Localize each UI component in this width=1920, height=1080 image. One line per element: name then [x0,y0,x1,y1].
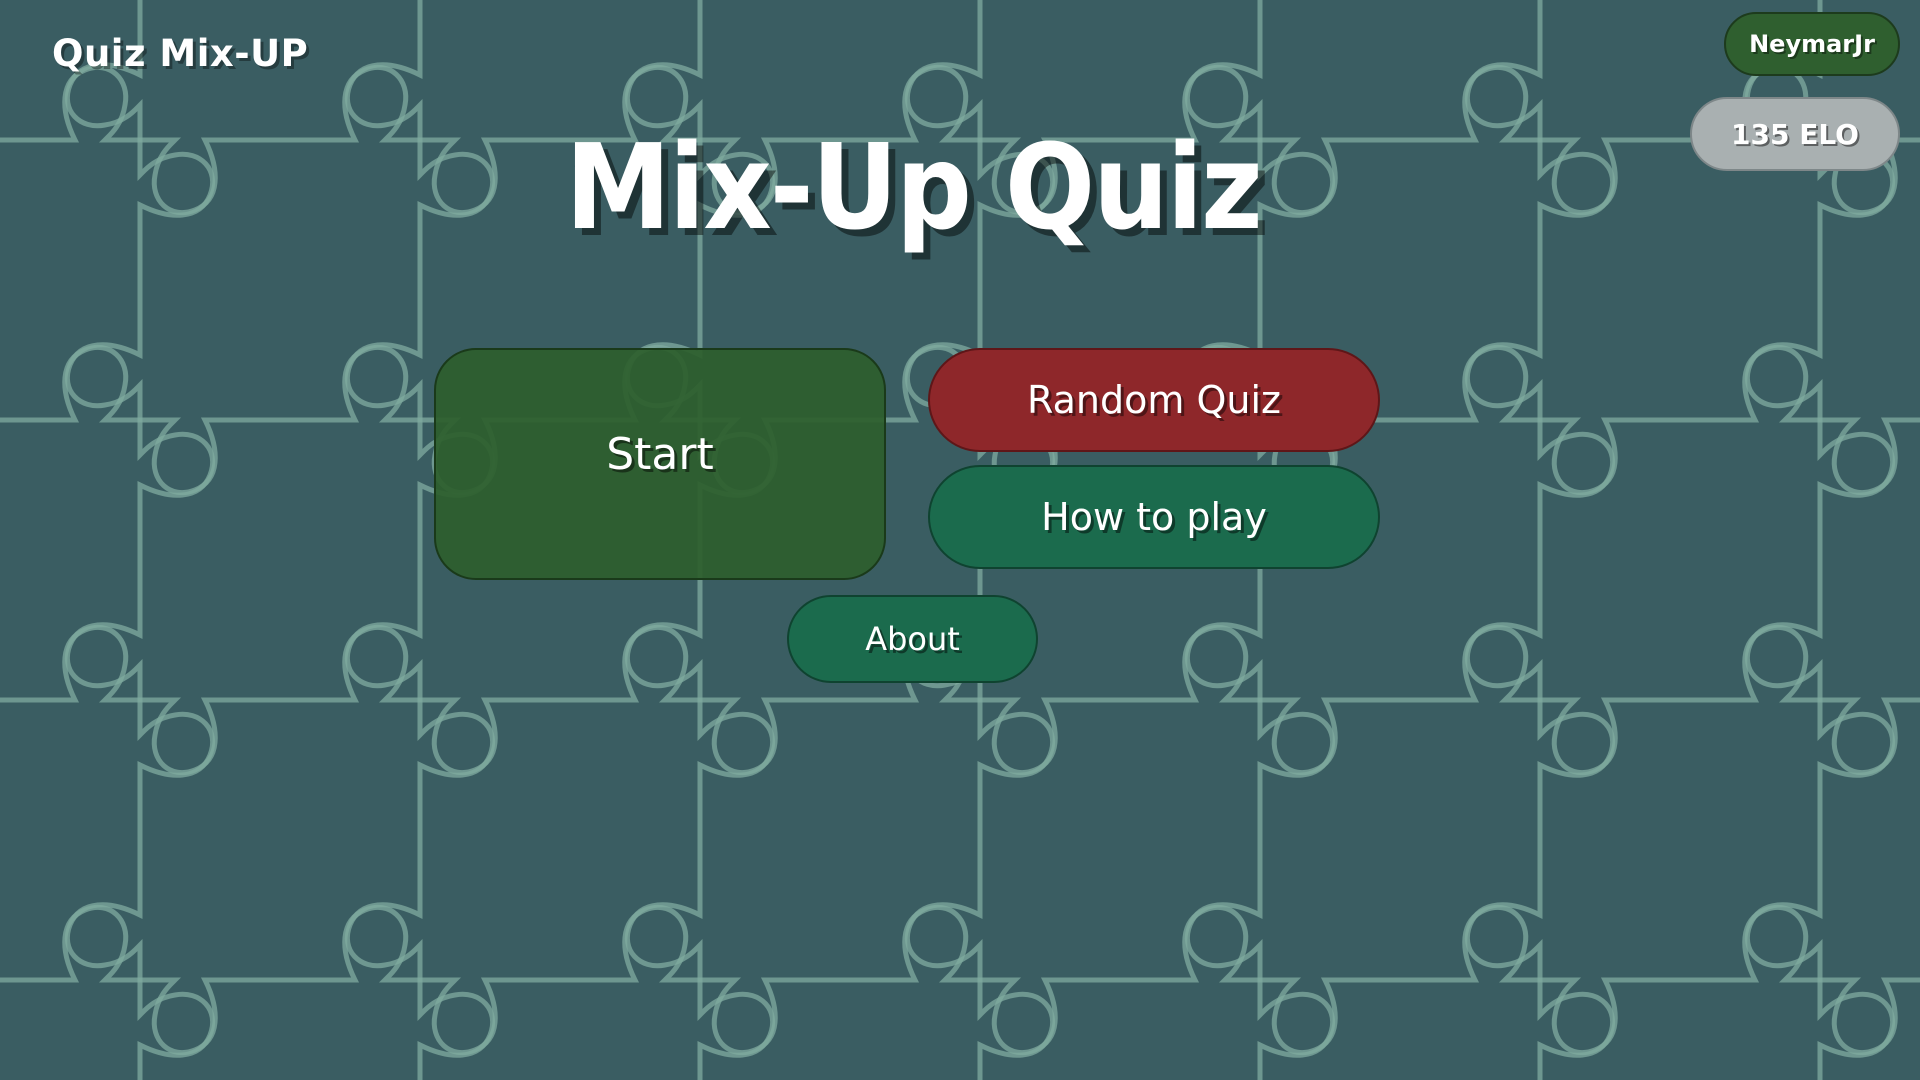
how-to-play-button[interactable]: How to play [928,465,1380,569]
game-title: Mix-Up Quiz [565,118,1263,256]
random-quiz-button-label: Random Quiz [1027,378,1281,422]
random-quiz-button[interactable]: Random Quiz [928,348,1380,452]
start-button-label: Start [606,428,714,480]
how-to-play-button-label: How to play [1041,495,1267,539]
start-button[interactable]: Start [434,348,886,580]
about-button[interactable]: About [787,595,1038,683]
about-button-label: About [865,620,960,658]
username-badge[interactable]: NeymarJr [1724,12,1900,76]
brand-title: Quiz Mix-UP [52,32,309,75]
